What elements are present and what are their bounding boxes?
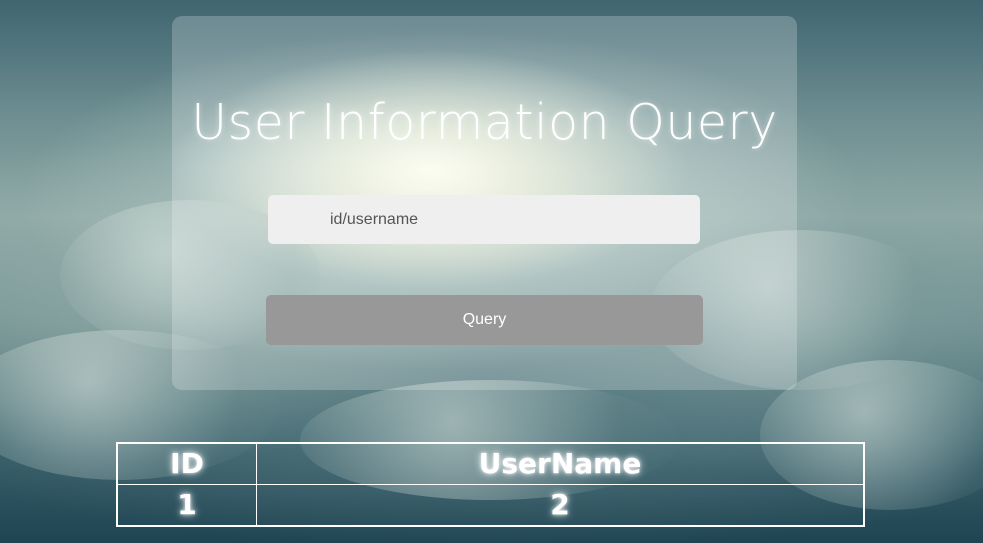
query-panel: User Information Query Query bbox=[172, 16, 797, 390]
column-header-id: ID bbox=[116, 442, 257, 485]
column-header-username: UserName bbox=[256, 442, 865, 485]
table-row: 1 2 bbox=[116, 484, 865, 527]
page-title: User Information Query bbox=[191, 94, 778, 151]
query-button[interactable]: Query bbox=[266, 295, 703, 345]
table-cell-username: 2 bbox=[256, 484, 865, 527]
result-table: ID UserName 1 2 bbox=[116, 442, 865, 527]
search-input[interactable] bbox=[268, 195, 700, 244]
table-header-row: ID UserName bbox=[116, 442, 865, 485]
table-cell-id: 1 bbox=[116, 484, 257, 527]
